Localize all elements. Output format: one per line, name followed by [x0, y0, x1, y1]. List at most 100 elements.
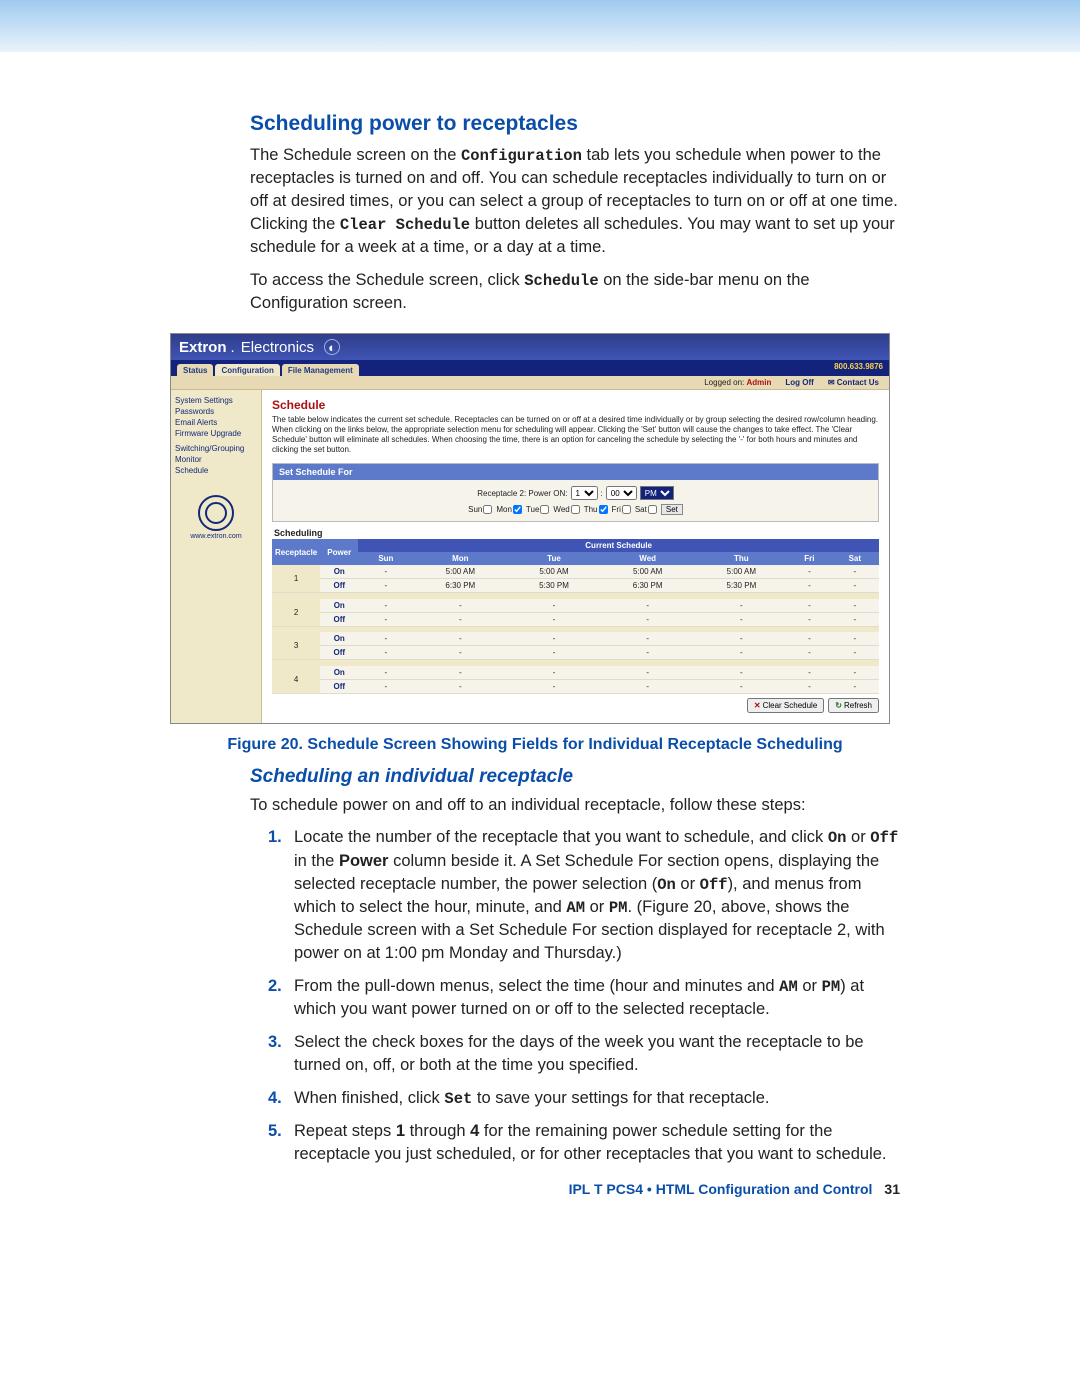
refresh-icon: ↻ [835, 701, 842, 710]
schedule-cell: 5:00 AM [413, 565, 507, 579]
power-on-link[interactable]: On [320, 632, 358, 646]
paragraph-1: The Schedule screen on the Configuration… [250, 144, 900, 259]
schedule-cell: - [507, 646, 601, 660]
col-day-sun[interactable]: Sun [358, 552, 413, 565]
page-footer: IPL T PCS4 • HTML Configuration and Cont… [569, 1181, 900, 1197]
sidebar-item-system-settings[interactable]: System Settings [175, 396, 257, 407]
day-thu[interactable]: Thu [584, 505, 608, 514]
table-row: Off------- [272, 612, 879, 626]
schedule-cell: - [831, 599, 879, 613]
sidebar: System Settings Passwords Email Alerts F… [171, 390, 261, 723]
schedule-cell: - [695, 679, 789, 693]
col-current-schedule: Current Schedule [358, 539, 879, 552]
power-on-link[interactable]: On [320, 666, 358, 680]
sidebar-item-email-alerts[interactable]: Email Alerts [175, 418, 257, 429]
set-schedule-label: Receptacle 2: Power ON: [477, 489, 567, 498]
power-off-link[interactable]: Off [320, 646, 358, 660]
receptacle-number[interactable]: 1 [272, 565, 320, 593]
schedule-cell: 5:00 AM [601, 565, 695, 579]
col-day-sat[interactable]: Sat [831, 552, 879, 565]
sidebar-url[interactable]: www.extron.com [175, 533, 257, 540]
contact-us-link[interactable]: ✉ Contact Us [828, 378, 879, 387]
col-day-mon[interactable]: Mon [413, 552, 507, 565]
power-on-link[interactable]: On [320, 599, 358, 613]
sidebar-item-passwords[interactable]: Passwords [175, 407, 257, 418]
sidebar-item-firmware-upgrade[interactable]: Firmware Upgrade [175, 429, 257, 440]
day-checkbox-wed[interactable] [571, 505, 580, 514]
schedule-cell: - [788, 632, 830, 646]
step-list: 1. Locate the number of the receptacle t… [268, 826, 900, 1165]
minute-select[interactable]: 00 [606, 486, 637, 500]
power-on-link[interactable]: On [320, 565, 358, 579]
schedule-cell: - [601, 599, 695, 613]
globe-icon: ◐ [324, 339, 340, 355]
power-off-link[interactable]: Off [320, 612, 358, 626]
figure-20: Extron . Electronics ◐ Status Configurat… [170, 333, 890, 724]
schedule-cell: - [831, 646, 879, 660]
set-schedule-panel: Set Schedule For Receptacle 2: Power ON:… [272, 463, 879, 522]
sidebar-logo: www.extron.com [175, 495, 257, 540]
table-row: Off------- [272, 679, 879, 693]
day-fri[interactable]: Fri [612, 505, 631, 514]
schedule-cell: - [831, 612, 879, 626]
schedule-cell: - [358, 565, 413, 579]
day-sun[interactable]: Sun [468, 505, 492, 514]
step-2: 2. From the pull-down menus, select the … [268, 975, 900, 1021]
col-day-tue[interactable]: Tue [507, 552, 601, 565]
schedule-cell: - [695, 612, 789, 626]
receptacle-number[interactable]: 4 [272, 666, 320, 694]
schedule-cell: - [788, 565, 830, 579]
table-row: 1On-5:00 AM5:00 AM5:00 AM5:00 AM-- [272, 565, 879, 579]
col-day-wed[interactable]: Wed [601, 552, 695, 565]
schedule-cell: - [695, 666, 789, 680]
day-tue[interactable]: Tue [526, 505, 550, 514]
ampm-select[interactable]: PM [640, 486, 674, 500]
schedule-cell: - [413, 666, 507, 680]
schedule-cell: - [358, 612, 413, 626]
sidebar-item-switching-grouping[interactable]: Switching/Grouping [175, 444, 257, 455]
scheduling-label: Scheduling [274, 528, 879, 538]
schedule-cell: 6:30 PM [413, 579, 507, 593]
paragraph-2: To access the Schedule screen, click Sch… [250, 269, 900, 315]
day-checkbox-fri[interactable] [622, 505, 631, 514]
col-power[interactable]: Power [320, 539, 358, 565]
day-checkbox-sun[interactable] [483, 505, 492, 514]
schedule-cell: - [788, 646, 830, 660]
day-mon[interactable]: Mon [496, 505, 522, 514]
schedule-cell: - [788, 579, 830, 593]
tab-file-management[interactable]: File Management [282, 364, 359, 376]
page-title: Schedule [272, 398, 879, 412]
day-checkbox-thu[interactable] [599, 505, 608, 514]
schedule-cell: - [601, 612, 695, 626]
day-wed[interactable]: Wed [553, 505, 579, 514]
step-4: 4. When finished, click Set to save your… [268, 1087, 900, 1110]
day-checkbox-sat[interactable] [648, 505, 657, 514]
schedule-cell: - [695, 632, 789, 646]
schedule-table: Receptacle Power Current Schedule SunMon… [272, 539, 879, 694]
day-checkbox-tue[interactable] [540, 505, 549, 514]
tab-configuration[interactable]: Configuration [215, 364, 279, 376]
power-off-link[interactable]: Off [320, 679, 358, 693]
schedule-cell: - [788, 599, 830, 613]
tab-status[interactable]: Status [177, 364, 213, 376]
schedule-cell: - [695, 599, 789, 613]
logo-icon [198, 495, 234, 531]
col-day-thu[interactable]: Thu [695, 552, 789, 565]
mail-icon: ✉ [828, 378, 835, 387]
receptacle-number[interactable]: 3 [272, 632, 320, 660]
day-sat[interactable]: Sat [635, 505, 657, 514]
sidebar-item-schedule[interactable]: Schedule [175, 466, 257, 477]
hour-select[interactable]: 1 [571, 486, 598, 500]
col-receptacle[interactable]: Receptacle [272, 539, 320, 565]
logoff-link[interactable]: Log Off [785, 378, 813, 387]
set-button[interactable]: Set [661, 504, 683, 515]
sidebar-item-monitor[interactable]: Monitor [175, 455, 257, 466]
receptacle-number[interactable]: 2 [272, 599, 320, 627]
day-checkbox-mon[interactable] [513, 505, 522, 514]
x-icon: ✕ [754, 701, 761, 710]
power-off-link[interactable]: Off [320, 579, 358, 593]
clear-schedule-button[interactable]: ✕Clear Schedule [747, 698, 824, 713]
app-header: Extron . Electronics ◐ [171, 334, 889, 360]
col-day-fri[interactable]: Fri [788, 552, 830, 565]
refresh-button[interactable]: ↻Refresh [828, 698, 879, 713]
